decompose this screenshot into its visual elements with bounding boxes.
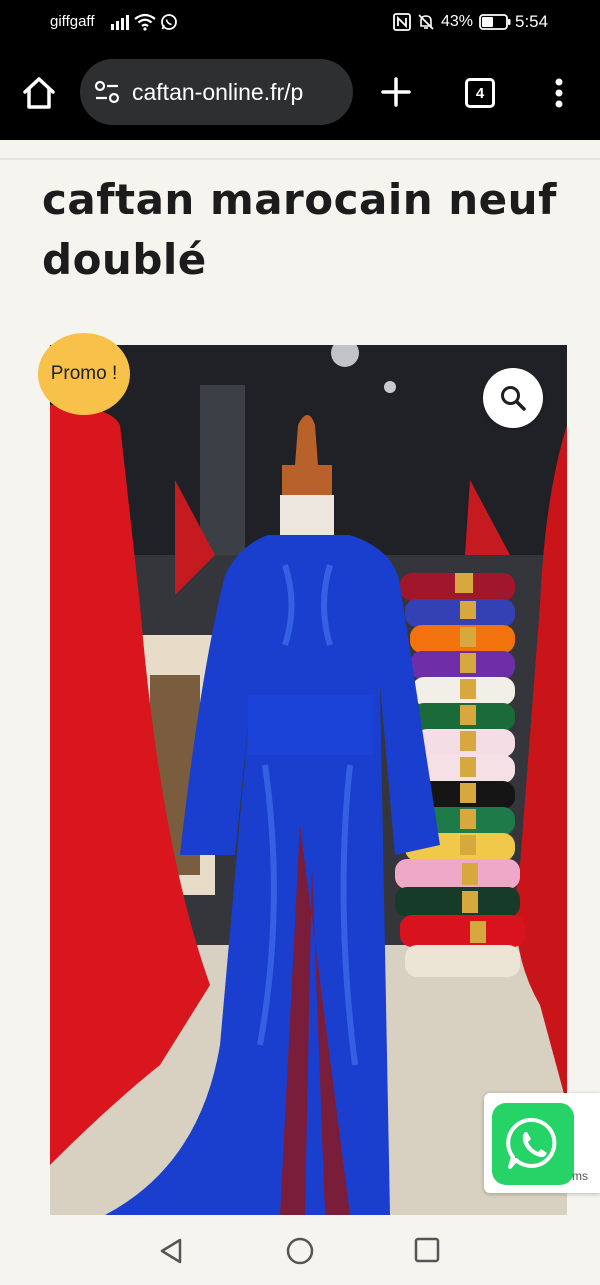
header-divider	[0, 158, 600, 160]
recents-icon[interactable]	[414, 1237, 440, 1263]
carrier-name: giffgaff	[50, 13, 95, 30]
whatsapp-notification-icon	[161, 14, 177, 30]
status-clock: 5:54	[515, 12, 549, 31]
product-title: caftan marocain neuf doublé	[42, 175, 557, 284]
signal-icon	[111, 15, 129, 30]
whatsapp-button[interactable]	[492, 1103, 574, 1185]
nfc-icon	[393, 13, 411, 31]
tabs-icon[interactable]: 4	[465, 78, 495, 108]
status-bar: giffgaff 43% 5:54	[0, 0, 600, 44]
search-icon	[501, 386, 526, 411]
browser-toolbar: caftan-online.fr/p 4	[0, 44, 600, 140]
url-text[interactable]: caftan-online.fr/p	[132, 79, 303, 106]
battery-icon	[479, 14, 511, 30]
home-icon[interactable]	[20, 74, 58, 112]
whatsapp-widget[interactable]: ms	[484, 1093, 600, 1193]
site-settings-icon[interactable]	[94, 79, 120, 105]
plus-icon[interactable]	[381, 77, 411, 107]
status-left-icons	[110, 11, 178, 33]
home-circle-icon[interactable]	[286, 1237, 314, 1265]
wifi-icon	[134, 13, 156, 31]
system-nav-bar	[0, 1215, 600, 1285]
image-zoom-button[interactable]	[483, 368, 543, 428]
promo-badge: Promo !	[38, 333, 130, 415]
address-bar[interactable]: caftan-online.fr/p	[80, 59, 353, 125]
tab-count: 4	[475, 84, 485, 102]
mute-icon	[418, 14, 434, 30]
whatsapp-cut-text: ms	[572, 1169, 588, 1183]
battery-percent: 43%	[441, 13, 474, 30]
product-image[interactable]	[50, 345, 567, 1215]
status-right-icons: 43%	[393, 11, 511, 33]
more-vert-icon[interactable]	[549, 77, 569, 109]
caftan-image	[50, 345, 567, 1215]
whatsapp-icon	[506, 1117, 557, 1169]
back-icon[interactable]	[158, 1237, 184, 1265]
